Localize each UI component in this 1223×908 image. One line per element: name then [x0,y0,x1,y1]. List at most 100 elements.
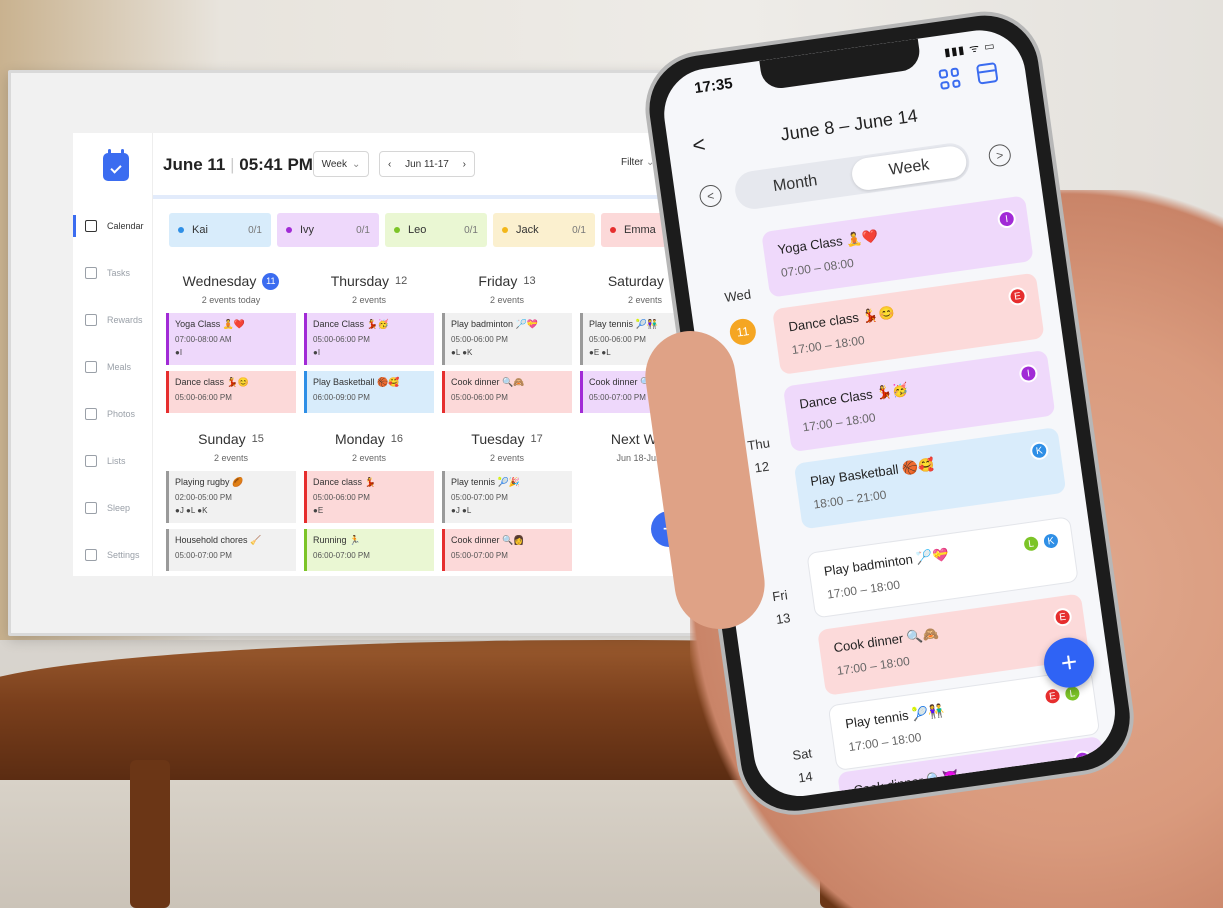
grid-view-icon[interactable] [938,67,961,90]
person-chip[interactable]: Ivy 0/1 [277,213,379,247]
table-leg [130,760,170,908]
day-header[interactable]: Monday 16 [301,427,437,451]
event-title: Running 🏃 [313,535,361,545]
person-count: 0/1 [464,224,478,236]
next-arrow-icon[interactable]: > [987,142,1013,168]
event-time: 02:00-05:00 PM [175,493,232,502]
day-number: 14 [797,768,814,786]
day-name: Wednesday [182,273,257,289]
day-number: 11 [728,317,758,347]
calendar-icon[interactable] [975,62,999,85]
event-card[interactable]: Cook dinner 🔍👩 05:00-07:00 PM [442,529,572,571]
view-select[interactable]: Week ⌄ [313,151,369,177]
event-assignees: ●J ●L [451,506,472,515]
view-toggle: Month Week [732,140,972,212]
day-number-wrap: 13 [762,608,804,628]
rewards-icon [85,314,97,326]
day-column: Tuesday 17 2 events Play tennis 🎾🎉 05:00-07:… [439,427,575,576]
day-header[interactable]: Friday 13 [439,269,575,293]
date-range-nav: ‹ Jun 11-17 › [379,151,475,177]
event-card[interactable]: Cook dinner 🔍🙈 05:00-06:00 PM [442,371,572,413]
meals-icon [85,361,97,373]
sidebar-item-calendar[interactable]: Calendar [85,216,151,236]
day-header[interactable]: Tuesday 17 [439,427,575,451]
event-card[interactable]: Play Basketball 🏀🥰 06:00-09:00 PM [304,371,434,413]
day-number-wrap: 14 [785,767,827,787]
event-card[interactable]: Yoga Class 🧘❤️ 07:00-08:00 AM ●I [166,313,296,365]
day-number: 17 [530,433,543,445]
sleep-icon [85,502,97,514]
person-dot [610,227,616,233]
day-name: Sunday [198,431,246,447]
prev-week-button[interactable]: ‹ [388,159,391,170]
person-name: Leo [408,224,427,236]
day-column: Wednesday 11 2 events today Yoga Class 🧘❤️ 0… [163,269,299,419]
day-column: Monday 16 2 events Dance class 💃 05:00-06:00… [301,427,437,576]
day-header[interactable]: Sunday 15 [163,427,299,451]
next-week-button[interactable]: › [463,159,466,170]
event-title: Cook dinner 🔍🙈 [451,377,525,387]
sidebar-item-settings[interactable]: Settings [85,545,151,565]
event-time: 05:00-07:00 PM [451,493,508,502]
status-icons: ▮▮▮ ᯤ ▭ [943,39,997,60]
app-logo-icon[interactable] [103,149,129,181]
event-card[interactable]: Household chores 🧹 05:00-07:00 PM [166,529,296,571]
tab-month[interactable]: Month [736,160,854,208]
event-assignees: ●E [313,506,324,515]
person-name: Ivy [300,224,315,236]
person-count: 0/1 [248,224,262,236]
day-name: Monday [334,431,385,447]
day-number-wrap: 11 [720,308,764,347]
person-chip[interactable]: Leo 0/1 [385,213,487,247]
sidebar-item-photos[interactable]: Photos [85,404,151,424]
day-event-count: 2 events [351,295,387,305]
event-card[interactable]: Play tennis 🎾🎉 05:00-07:00 PM ●J ●L [442,471,572,523]
person-chip[interactable]: Jack 0/1 [493,213,595,247]
event-card[interactable]: Dance Class 💃🥳 05:00-06:00 PM ●I [304,313,434,365]
day-event-count: 2 events [489,453,525,463]
person-count: 0/1 [356,224,370,236]
event-time: 05:00-07:00 PM [451,551,508,560]
sidebar-item-label: Tasks [107,268,131,278]
event-card[interactable]: Playing rugby 🏉 02:00-05:00 PM ●J ●L ●K [166,471,296,523]
event-time: 05:00-06:00 PM [451,335,508,344]
day-label: Fri 13 [759,586,804,629]
day-column: Friday 13 2 events Play badminton 🏸💝 05:00-0… [439,269,575,419]
event-time: 05:00-06:00 PM [313,335,370,344]
sidebar-item-meals[interactable]: Meals [85,357,151,377]
event-time: 07:00-08:00 AM [175,335,232,344]
day-number: 16 [390,433,404,445]
day-number: 15 [251,433,264,445]
tasks-icon [85,267,97,279]
sidebar-item-sleep[interactable]: Sleep [85,498,151,518]
event-card[interactable]: Play badminton 🏸💝 05:00-06:00 PM ●L ●K [442,313,572,365]
event-time: 06:00-09:00 PM [313,393,370,402]
prev-arrow-icon[interactable]: < [698,183,724,209]
tablet-screen: Calendar Tasks Rewards Meals Photos Lists Slee… [73,133,711,576]
person-dot [178,227,184,233]
photos-icon [85,408,97,420]
event-title: Play tennis 🎾🎉 [451,477,520,487]
person-chip[interactable]: Kai 0/1 [169,213,271,247]
event-card[interactable]: Dance class 💃😊 05:00-06:00 PM [166,371,296,413]
day-header[interactable]: Thursday 12 [301,269,437,293]
event-card[interactable]: Running 🏃 06:00-07:00 PM [304,529,434,571]
sidebar-item-label: Photos [107,409,136,419]
event-title: Dance class 💃😊 [175,377,249,387]
day-header[interactable]: Wednesday 11 [163,269,299,293]
event-card[interactable]: Dance class 💃 05:00-06:00 PM ●E [304,471,434,523]
tab-week[interactable]: Week [850,144,969,192]
sidebar-item-rewards[interactable]: Rewards [85,310,151,330]
sidebar-item-label: Rewards [107,315,143,325]
date-range-title: June 8 – June 14 [779,105,919,145]
person-name: Jack [516,224,539,236]
sidebar-item-tasks[interactable]: Tasks [85,263,151,283]
day-number: 13 [774,610,792,627]
person-dot [286,227,292,233]
day-name: Fri [771,587,789,605]
event-title: Dance class 💃 [313,477,376,487]
sidebar-item-label: Sleep [107,503,131,513]
event-title: Play Basketball 🏀🥰 [313,377,400,387]
event-time: 05:00-06:00 PM [313,493,370,502]
sidebar-item-lists[interactable]: Lists [85,451,151,471]
